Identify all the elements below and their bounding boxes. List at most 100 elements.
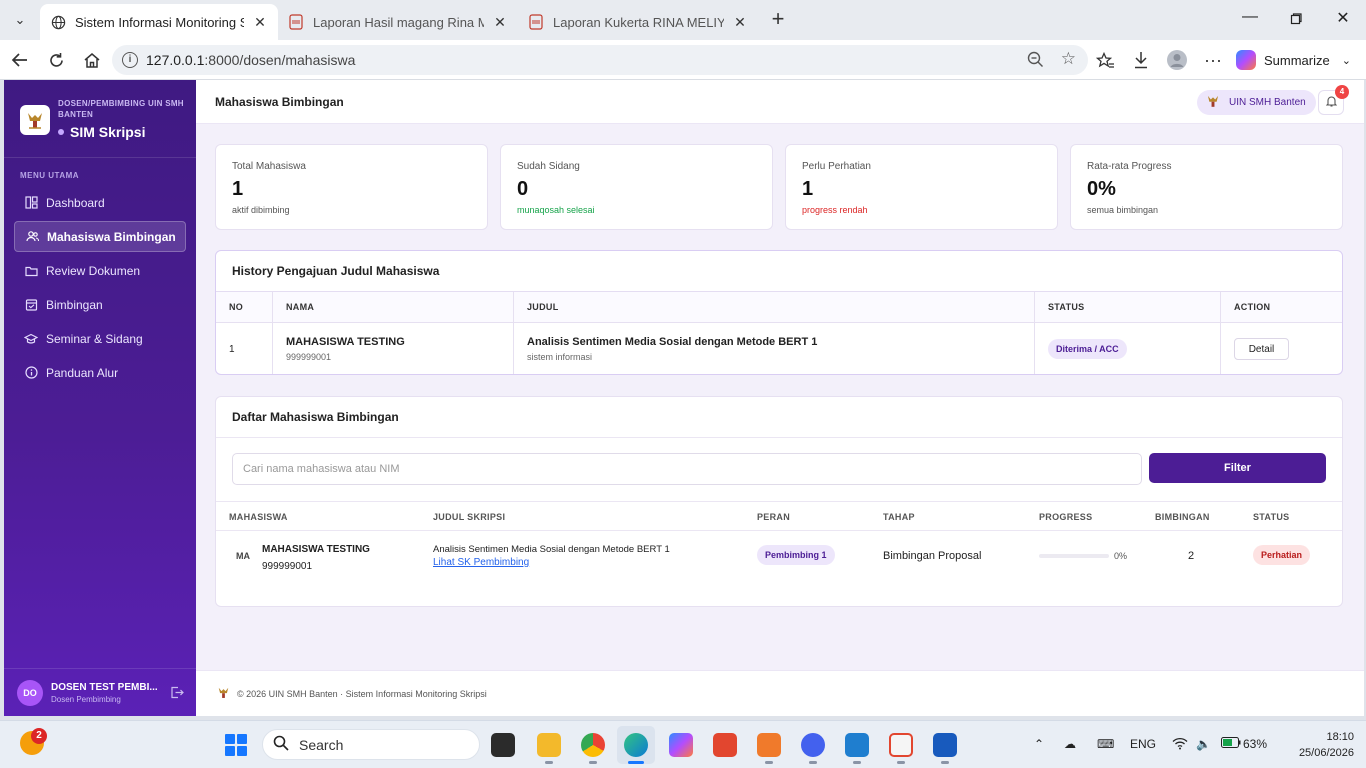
running-indicator [545,761,553,764]
new-tab-icon[interactable]: + [766,8,790,32]
download-icon[interactable] [1129,48,1153,72]
clock-time: 18:10 [1326,731,1354,743]
app-name: SIM Skripsi [58,124,188,140]
maximize-icon[interactable] [1284,8,1308,32]
close-tab-icon[interactable]: ✕ [492,14,508,31]
tab-actions-chevron-icon[interactable]: ⌄ [6,6,34,34]
summarize-button[interactable]: Summarize ⌄ [1236,46,1351,74]
logout-icon[interactable] [170,686,184,704]
sk-pembimbing-link[interactable]: Lihat SK Pembimbing [433,557,529,568]
tab-sistem-informasi[interactable]: Sistem Informasi Monitoring Skripsi ✕ [40,4,278,40]
institution-badge[interactable]: UIN SMH Banten [1197,90,1316,115]
title-cell: Analisis Sentimen Media Sosial dengan Me… [514,323,1035,374]
onedrive-icon[interactable]: ☁ [1064,737,1076,751]
running-indicator [941,761,949,764]
stat-note: aktif dibimbing [232,205,290,215]
column-header-bimbingan: BIMBINGAN [1155,512,1210,522]
xampp-icon[interactable] [757,733,781,757]
calendar-icon [24,298,38,312]
close-tab-icon[interactable]: ✕ [732,14,748,31]
stat-card-total-mahasiswa: Total Mahasiswa 1 aktif dibimbing [215,144,488,230]
session-count: 2 [1188,550,1195,562]
sidebar-item-mahasiswa-bimbingan[interactable]: Mahasiswa Bimbingan [14,221,186,252]
stat-note: progress rendah [802,205,868,215]
students-table-header: MAHASISWA JUDUL SKRIPSI PERAN TAHAP PROG… [216,501,1342,531]
snipping-tool-icon[interactable] [889,733,913,757]
sidebar-item-review-dokumen[interactable]: Review Dokumen [14,255,186,286]
power-app-icon[interactable] [713,733,737,757]
word-icon[interactable] [933,733,957,757]
sidebar-item-panduan-alur[interactable]: Panduan Alur [14,357,186,388]
close-window-icon[interactable]: ✕ [1331,8,1355,32]
brand: DOSEN/PEMBIMBING UIN SMH BANTEN SIM Skri… [20,98,188,140]
avatar[interactable]: DO [17,679,43,706]
top-header: Mahasiswa Bimbingan UIN SMH Banten 4 [196,80,1364,124]
chevron-up-icon[interactable]: ⌃ [1034,737,1044,751]
tab-laporan-kukerta[interactable]: Laporan Kukerta RINA MELIYANA ✕ [518,4,758,40]
student-initials: MA [236,551,250,561]
home-icon[interactable] [80,48,104,72]
back-icon[interactable] [8,48,32,72]
filter-button[interactable]: Filter [1149,453,1326,483]
sidebar: DOSEN/PEMBIMBING UIN SMH BANTEN SIM Skri… [4,80,196,716]
column-header-judul-skripsi: JUDUL SKRIPSI [433,512,506,522]
column-header-progress: PROGRESS [1039,512,1093,522]
status-badge: Perhatian [1253,545,1311,565]
keyboard-icon[interactable]: ⌨ [1097,737,1114,751]
chrome-icon[interactable] [581,733,605,757]
detail-button[interactable]: Detail [1234,338,1289,360]
row-number: 1 [216,323,273,374]
stat-value: 0 [517,178,529,200]
zoom-out-icon[interactable] [1027,51,1044,72]
sidebar-item-seminar-sidang[interactable]: Seminar & Sidang [14,323,186,354]
pdf-icon [528,14,544,30]
column-header-tahap: TAHAP [883,512,915,522]
tab-laporan-magang[interactable]: Laporan Hasil magang Rina Meliyana ✕ [278,4,518,40]
minimize-icon[interactable]: — [1238,8,1262,32]
stat-value: 0% [1087,178,1116,200]
table-row[interactable]: MA MAHASISWA TESTING 999999001 Analisis … [216,531,1342,581]
more-options-icon[interactable]: ··· [1201,48,1225,72]
task-view-icon[interactable] [491,733,515,757]
language-indicator[interactable]: ENG [1130,737,1156,751]
clock[interactable]: 18:10 25/06/2026 [1290,729,1354,761]
app-name-label: SIM Skripsi [70,124,146,140]
battery-icon[interactable] [1221,737,1241,751]
stat-label: Sudah Sidang [517,161,580,172]
sidebar-item-dashboard[interactable]: Dashboard [14,187,186,218]
folder-icon [24,264,38,278]
windows-start-icon[interactable] [225,734,247,756]
wifi-icon[interactable] [1172,737,1188,753]
chevron-down-icon[interactable]: ⌄ [1342,54,1351,67]
stat-note: semua bimbingan [1087,205,1159,215]
divider [216,437,1342,438]
running-indicator [589,761,597,764]
user-name: DOSEN TEST PEMBI... [51,681,158,693]
favorite-star-icon[interactable]: ☆ [1061,49,1076,69]
address-bar[interactable]: i 127.0.0.1:8000/dosen/mahasiswa ☆ [112,45,1088,75]
copilot-icon[interactable] [669,733,693,757]
favorites-icon[interactable] [1093,48,1117,72]
site-info-icon[interactable]: i [122,52,138,68]
column-header-nama: NAMA [273,292,514,322]
remote-app-icon[interactable] [801,733,825,757]
students-card: Daftar Mahasiswa Bimbingan Filter MAHASI… [215,396,1343,607]
info-icon [24,366,38,380]
tab-title: Laporan Hasil magang Rina Meliyana [313,14,484,30]
close-tab-icon[interactable]: ✕ [252,14,268,31]
search-input[interactable] [232,453,1142,485]
notification-button[interactable]: 4 [1318,85,1349,115]
stage-label: Bimbingan Proposal [883,550,982,562]
sidebar-item-bimbingan[interactable]: Bimbingan [14,289,186,320]
profile-icon[interactable] [1165,48,1189,72]
university-logo-icon [1205,93,1221,112]
browser-tab-bar: ⌄ Sistem Informasi Monitoring Skripsi ✕ … [0,0,1366,40]
main-content: Mahasiswa Bimbingan UIN SMH Banten 4 Tot… [196,80,1364,716]
file-explorer-icon[interactable] [537,733,561,757]
volume-icon[interactable]: 🔈 [1196,737,1211,751]
reload-icon[interactable] [44,48,68,72]
edge-icon[interactable] [624,733,648,757]
vscode-icon[interactable] [845,733,869,757]
taskbar-search[interactable]: Search [262,729,480,760]
notification-count-badge: 4 [1335,85,1349,99]
